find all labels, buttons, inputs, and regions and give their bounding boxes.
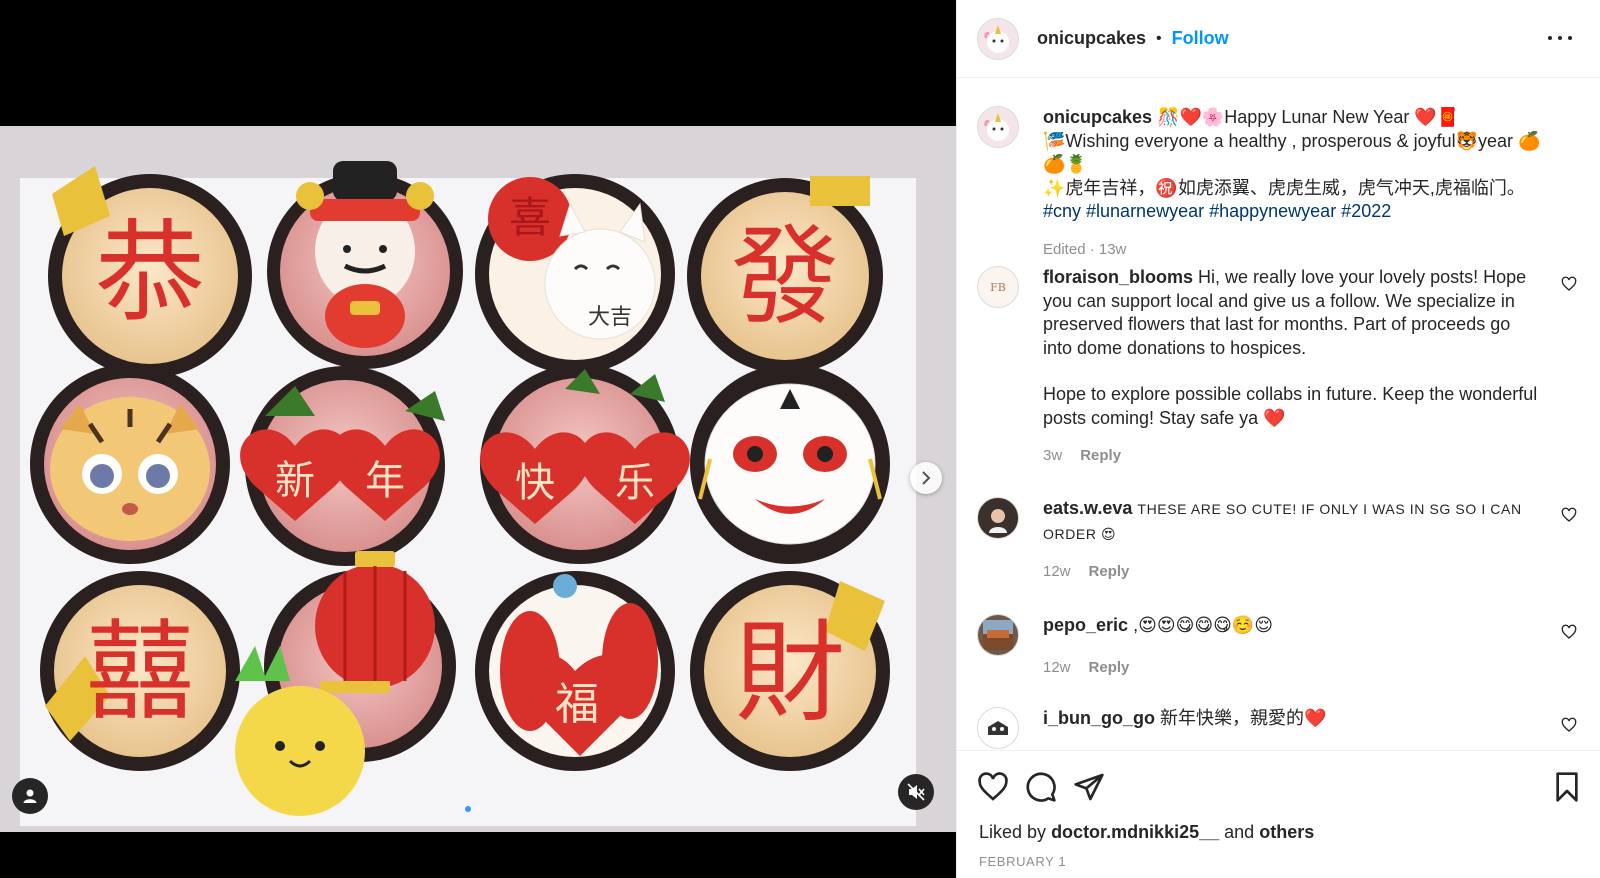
commenter-avatar[interactable] [977, 707, 1019, 749]
chevron-right-icon [922, 471, 931, 485]
likes-prefix: Liked by [979, 822, 1047, 842]
caption-edited: Edited · 13w [1043, 240, 1127, 258]
caption-line: 🎊❤️🌸Happy Lunar New Year ❤️🧧 [1157, 107, 1460, 127]
svg-text:福: 福 [555, 679, 599, 730]
likes-summary: Liked by doctor.mdnikki25__ and others [979, 822, 1314, 843]
commenter-username[interactable]: eats.w.eva [1043, 498, 1132, 518]
caption-hashtags[interactable]: #cny #lunarnewyear #happynewyear #2022 [1043, 201, 1391, 221]
commenter-username[interactable]: i_bun_go_go [1043, 708, 1155, 728]
svg-text:快: 快 [515, 460, 555, 506]
post-header: onicupcakes • Follow [957, 0, 1600, 78]
svg-text:年: 年 [365, 458, 405, 504]
svg-text:囍: 囍 [86, 610, 194, 735]
tagged-users-button[interactable] [12, 778, 48, 814]
commenter-avatar[interactable] [977, 614, 1019, 656]
more-options-icon[interactable] [1548, 28, 1572, 48]
liker-username[interactable]: doctor.mdnikki25__ [1051, 822, 1219, 842]
comment-time: 12w [1043, 563, 1071, 580]
user-tag-icon [23, 789, 37, 803]
comment-like-heart-icon[interactable] [1561, 507, 1577, 523]
share-icon[interactable] [1073, 771, 1105, 803]
caption-line: ✨虎年吉祥，㊗️如虎添翼、虎虎生威，虎气冲天,虎福临门。 [1043, 177, 1525, 198]
comment-text: Hope to explore possible collabs in futu… [1043, 384, 1538, 428]
commenter-avatar[interactable]: FB [977, 266, 1019, 308]
carousel-dots [465, 806, 481, 812]
comment-like-heart-icon[interactable] [1561, 276, 1577, 292]
carousel-dot [465, 806, 471, 812]
follow-button[interactable]: Follow [1172, 28, 1229, 49]
mute-icon [907, 783, 925, 801]
svg-text:財: 財 [735, 609, 845, 737]
svg-text:新: 新 [275, 458, 315, 504]
comment-text: ,😍😍😋😋😋☺️😌 [1133, 615, 1274, 635]
reply-button[interactable]: Reply [1080, 447, 1121, 464]
svg-text:乐: 乐 [615, 460, 655, 506]
svg-text:發: 發 [731, 215, 839, 340]
commenter-username[interactable]: floraison_blooms [1043, 267, 1193, 287]
commenter-avatar[interactable] [977, 497, 1019, 539]
comment-time: 12w [1043, 658, 1071, 676]
reply-button[interactable]: Reply [1089, 563, 1130, 580]
bookmark-icon[interactable] [1551, 771, 1583, 803]
author-avatar[interactable] [977, 106, 1019, 148]
heart-icon[interactable] [977, 771, 1009, 803]
next-slide-button[interactable] [910, 462, 942, 494]
comments-list[interactable]: onicupcakes 🎊❤️🌸Happy Lunar New Year ❤️🧧… [957, 79, 1600, 750]
comment-text: 新年快樂，親愛的❤️ [1160, 708, 1327, 728]
comment-like-heart-icon[interactable] [1561, 717, 1577, 733]
svg-text:FB: FB [990, 281, 1006, 294]
post-actions: Liked by doctor.mdnikki25__ and others F… [957, 750, 1600, 878]
post-date[interactable]: FEBRUARY 1 [979, 854, 1066, 869]
carousel-dot [475, 806, 481, 812]
comment-body: eats.w.eva These are so cute! If only I … [1043, 497, 1543, 584]
likes-conj: and [1224, 822, 1255, 842]
cupcake-photo: 恭 喜 大吉 發 新 年 快 乐 囍 福 財 [0, 126, 956, 832]
svg-text:大吉: 大吉 [588, 305, 632, 330]
caption-body: onicupcakes 🎊❤️🌸Happy Lunar New Year ❤️🧧… [1043, 106, 1543, 261]
author-username[interactable]: onicupcakes [1037, 28, 1146, 49]
comment-body: i_bun_go_go 新年快樂，親愛的❤️ [1043, 707, 1543, 731]
author-avatar[interactable] [977, 17, 1019, 60]
comment-icon[interactable] [1025, 771, 1057, 803]
comment-body: floraison_blooms Hi, we really love your… [1043, 266, 1543, 468]
comment-time: 3w [1043, 447, 1063, 464]
reply-button[interactable]: Reply [1089, 659, 1130, 676]
post-media[interactable]: 恭 喜 大吉 發 新 年 快 乐 囍 福 財 [0, 0, 956, 878]
svg-text:恭: 恭 [95, 209, 205, 337]
caption-line: 🎏Wishing everyone a healthy , prosperous… [1043, 130, 1541, 175]
separator-dot: • [1156, 29, 1162, 47]
comment-body: pepo_eric ,😍😍😋😋😋☺️😌 12w Reply [1043, 614, 1543, 679]
mute-button[interactable] [898, 774, 934, 810]
post-side-panel: onicupcakes • Follow onicupcakes 🎊❤️🌸Hap… [956, 0, 1600, 878]
comment-like-heart-icon[interactable] [1561, 624, 1577, 640]
svg-text:喜: 喜 [509, 193, 551, 242]
caption-username[interactable]: onicupcakes [1043, 107, 1152, 127]
commenter-username[interactable]: pepo_eric [1043, 615, 1128, 635]
likes-others-link[interactable]: others [1259, 822, 1314, 842]
